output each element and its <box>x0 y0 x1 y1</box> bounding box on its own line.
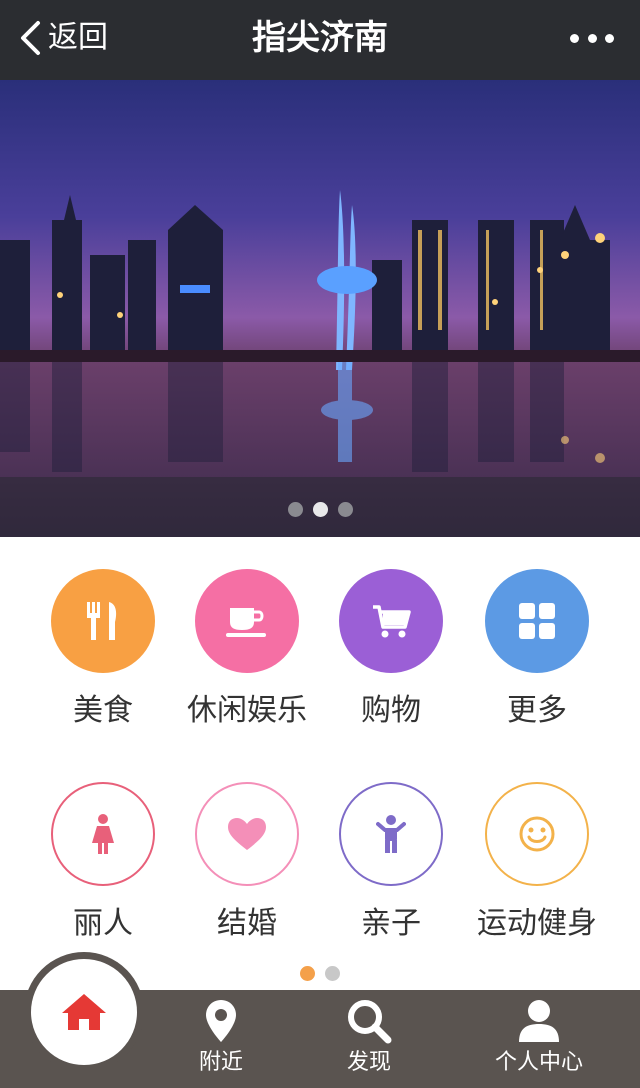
tab-label: 附近 <box>198 1050 243 1075</box>
category-icon-circle <box>339 782 443 886</box>
category-label: 丽人 <box>73 906 133 941</box>
category-item[interactable]: 丽人 <box>28 782 178 944</box>
category-item[interactable]: 更多 <box>462 569 612 731</box>
category-icon-circle <box>51 782 155 886</box>
fork-knife-icon <box>83 600 123 642</box>
location-pin-icon <box>206 1000 236 1042</box>
tab-nearby[interactable]: 附近 <box>146 990 296 1088</box>
tab-label: 个人中心 <box>494 1050 583 1075</box>
category-item[interactable]: 休闲娱乐 <box>172 569 322 731</box>
child-icon <box>376 814 406 854</box>
more-options-button[interactable] <box>570 26 614 50</box>
city-skyline-image <box>0 190 640 472</box>
back-button[interactable]: 返回 <box>18 16 108 60</box>
category-icon-circle <box>195 569 299 673</box>
category-label: 美食 <box>73 693 133 728</box>
woman-icon <box>88 813 118 855</box>
more-dot <box>570 33 579 43</box>
grid-icon <box>517 601 557 641</box>
category-icon-circle <box>51 569 155 673</box>
banner-dot[interactable] <box>312 502 328 517</box>
user-icon <box>519 1000 559 1042</box>
more-dot <box>605 33 614 43</box>
category-icon-circle <box>195 782 299 886</box>
category-label: 结婚 <box>217 906 277 941</box>
tab-discover[interactable]: 发现 <box>294 990 444 1088</box>
banner-dot[interactable] <box>337 502 353 517</box>
category-icon-circle <box>339 569 443 673</box>
smiley-icon <box>518 815 556 853</box>
category-label: 购物 <box>361 693 421 728</box>
coffee-cup-icon <box>224 604 270 638</box>
category-label: 休闲娱乐 <box>187 693 307 728</box>
category-icon-circle <box>485 782 589 886</box>
banner-dot[interactable] <box>287 502 303 517</box>
more-dot <box>587 33 597 43</box>
search-icon <box>348 1000 392 1044</box>
home-icon <box>62 994 106 1030</box>
category-item[interactable]: 美食 <box>28 569 178 731</box>
category-item[interactable]: 购物 <box>316 569 466 731</box>
banner-pagination <box>0 502 640 517</box>
category-label: 亲子 <box>361 906 421 941</box>
category-label: 运动健身 <box>477 906 597 941</box>
tab-label: 发现 <box>346 1050 391 1075</box>
city-night-banner[interactable] <box>0 80 640 537</box>
category-icon-circle <box>485 569 589 673</box>
category-item[interactable]: 运动健身 <box>462 782 612 944</box>
page-dot[interactable] <box>325 966 340 981</box>
chevron-left-icon <box>21 21 40 55</box>
tab-profile[interactable]: 个人中心 <box>464 990 614 1088</box>
category-label: 更多 <box>507 693 567 728</box>
shopping-cart-icon <box>371 603 411 639</box>
top-navigation-bar: 返回 指尖济南 <box>0 0 640 80</box>
back-label: 返回 <box>48 20 108 55</box>
category-item[interactable]: 结婚 <box>172 782 322 944</box>
page-dot[interactable] <box>300 966 315 981</box>
home-button[interactable] <box>24 952 144 1072</box>
heart-icon <box>226 816 268 852</box>
category-item[interactable]: 亲子 <box>316 782 466 944</box>
